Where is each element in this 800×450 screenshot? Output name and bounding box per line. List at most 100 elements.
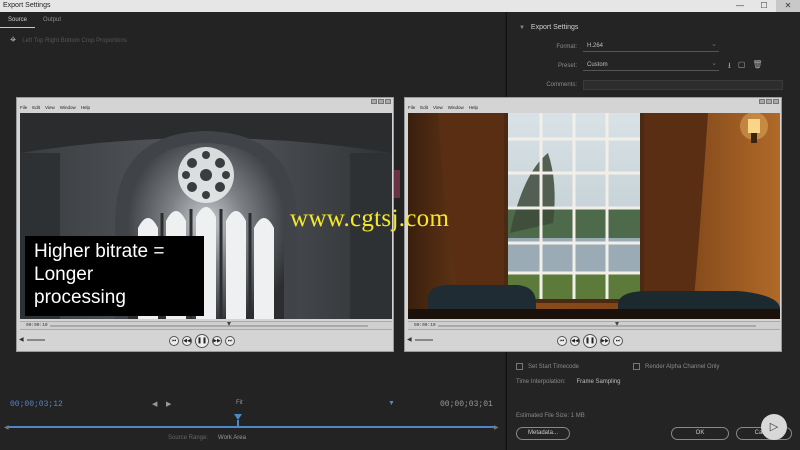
skip-forward-button[interactable]: ⏭ bbox=[613, 336, 623, 346]
player-menubar: File Edit View Window Help bbox=[405, 104, 781, 111]
fast-forward-button[interactable]: ▶▶ bbox=[600, 336, 610, 346]
player-minimize-icon[interactable] bbox=[759, 99, 765, 104]
tab-output[interactable]: Output bbox=[35, 16, 69, 28]
comments-input[interactable] bbox=[583, 80, 783, 90]
player-maximize-icon[interactable] bbox=[766, 99, 772, 104]
transport-controls: ◀ ⏮ ◀◀ ❚❚ ▶▶ ⏭ bbox=[405, 334, 781, 349]
preset-dropdown[interactable]: Custom bbox=[583, 59, 719, 71]
fast-forward-button[interactable]: ▶▶ bbox=[212, 336, 222, 346]
marker-icon[interactable]: ▼ bbox=[388, 400, 395, 407]
start-timecode-label: Set Start Timecode bbox=[528, 363, 580, 370]
export-settings-title: Export Settings bbox=[530, 24, 579, 31]
render-alpha-label: Render Alpha Channel Only bbox=[645, 363, 720, 370]
pause-button[interactable]: ❚❚ bbox=[195, 334, 209, 348]
volume-icon[interactable]: ◀ bbox=[19, 336, 24, 343]
estimated-file-size: Estimated File Size: 1 MB bbox=[516, 413, 585, 419]
ok-button[interactable]: OK bbox=[671, 427, 729, 440]
comments-row: Comments: bbox=[531, 80, 783, 90]
player-minimize-icon[interactable] bbox=[371, 99, 377, 104]
start-timecode-option[interactable]: Set Start Timecode bbox=[516, 363, 579, 370]
format-row: Format: H.264 bbox=[531, 40, 719, 52]
chevron-down-icon: ▼ bbox=[519, 25, 525, 31]
format-dropdown[interactable]: H.264 bbox=[583, 40, 719, 52]
volume-slider[interactable] bbox=[27, 339, 45, 341]
window-controls: — ☐ ✕ bbox=[728, 0, 800, 12]
tab-source[interactable]: Source bbox=[0, 16, 36, 28]
player-menubar: File Edit View Window Help bbox=[17, 104, 393, 111]
seek-rail[interactable] bbox=[438, 325, 756, 327]
in-point-handle[interactable]: ◀ bbox=[4, 424, 9, 431]
start-timecode-checkbox[interactable] bbox=[516, 363, 523, 370]
volume-slider[interactable] bbox=[415, 339, 433, 341]
seek-bar[interactable]: 00:00:10 bbox=[408, 321, 780, 330]
source-range-row: Source Range: Work Area bbox=[168, 435, 246, 441]
save-preset-icon[interactable]: ⭳ bbox=[728, 60, 731, 74]
menu-view[interactable]: View bbox=[45, 104, 55, 111]
play-icon[interactable]: ▷ bbox=[761, 414, 787, 440]
source-tabs: Source Output bbox=[0, 16, 69, 28]
transport-buttons: ⏮ ◀◀ ❚❚ ▶▶ ⏭ bbox=[169, 334, 235, 348]
menu-file[interactable]: File bbox=[20, 104, 27, 111]
menu-view[interactable]: View bbox=[433, 104, 443, 111]
rewind-button[interactable]: ◀◀ bbox=[182, 336, 192, 346]
crop-toolbar: ⌖ Left Top Right Bottom Crop Proportions bbox=[10, 34, 127, 47]
preset-actions: ⭳ ▢ 🗑 bbox=[728, 60, 763, 74]
time-interpolation-row: Time Interpolation: Frame Sampling bbox=[516, 379, 620, 385]
crop-icon[interactable]: ⌖ bbox=[10, 34, 16, 47]
source-range-dropdown[interactable]: Work Area bbox=[218, 435, 246, 441]
skip-forward-button[interactable]: ⏭ bbox=[225, 336, 235, 346]
playhead[interactable] bbox=[234, 414, 242, 426]
maximize-button[interactable]: ☐ bbox=[752, 0, 776, 12]
preset-label: Preset: bbox=[557, 63, 577, 69]
minimize-button[interactable]: — bbox=[728, 0, 752, 12]
seek-knob[interactable] bbox=[227, 322, 231, 326]
window-title: Export Settings bbox=[3, 2, 51, 9]
zoom-fit-dropdown[interactable]: Fit bbox=[236, 400, 243, 406]
source-range-label: Source Range: bbox=[168, 435, 209, 441]
menu-window[interactable]: Window bbox=[60, 104, 76, 111]
transport-controls: ◀ ⏮ ◀◀ ❚❚ ▶▶ ⏭ bbox=[17, 334, 393, 349]
import-preset-icon[interactable]: ▢ bbox=[738, 60, 746, 74]
menu-edit[interactable]: Edit bbox=[420, 104, 428, 111]
timeline-track[interactable] bbox=[8, 426, 496, 428]
seek-rail[interactable] bbox=[50, 325, 368, 327]
menu-file[interactable]: File bbox=[408, 104, 415, 111]
seek-bar[interactable]: 00:00:10 bbox=[20, 321, 392, 330]
background-swatch bbox=[394, 170, 400, 198]
render-alpha-checkbox[interactable] bbox=[633, 363, 640, 370]
caption-line-1: Higher bitrate = bbox=[34, 241, 165, 262]
rewind-button[interactable]: ◀◀ bbox=[570, 336, 580, 346]
time-interpolation-dropdown[interactable]: Frame Sampling bbox=[576, 379, 620, 385]
out-point-handle[interactable]: ▶ bbox=[494, 424, 499, 431]
caption-line-3: processing bbox=[34, 287, 126, 308]
set-out-icon[interactable]: ▶ bbox=[166, 400, 171, 408]
format-label: Format: bbox=[556, 44, 577, 50]
seek-knob[interactable] bbox=[615, 322, 619, 326]
preset-row: Preset: Custom bbox=[531, 59, 719, 71]
skip-back-button[interactable]: ⏮ bbox=[557, 336, 567, 346]
close-button[interactable]: ✕ bbox=[776, 0, 800, 12]
crop-fields-label: Left Top Right Bottom Crop Proportions bbox=[22, 37, 127, 44]
menu-window[interactable]: Window bbox=[448, 104, 464, 111]
time-interpolation-label: Time Interpolation: bbox=[516, 379, 566, 385]
playback-time: 00:00:10 bbox=[414, 323, 436, 328]
player-maximize-icon[interactable] bbox=[378, 99, 384, 104]
menu-help[interactable]: Help bbox=[469, 104, 478, 111]
current-timecode[interactable]: 00;00;03;12 bbox=[10, 400, 63, 409]
caption-line-2: Longer bbox=[34, 264, 94, 285]
metadata-button[interactable]: Metadata... bbox=[516, 427, 570, 440]
volume-icon[interactable]: ◀ bbox=[407, 336, 412, 343]
watermark: www.cgtsj.com bbox=[290, 205, 450, 232]
delete-preset-icon[interactable]: 🗑 bbox=[752, 60, 762, 74]
player-close-icon[interactable] bbox=[385, 99, 391, 104]
skip-back-button[interactable]: ⏮ bbox=[169, 336, 179, 346]
player-close-icon[interactable] bbox=[773, 99, 779, 104]
comments-label: Comments: bbox=[546, 82, 577, 88]
playback-time: 00:00:10 bbox=[26, 323, 48, 328]
set-in-icon[interactable]: ◀ bbox=[152, 400, 157, 408]
menu-help[interactable]: Help bbox=[81, 104, 90, 111]
pause-button[interactable]: ❚❚ bbox=[583, 334, 597, 348]
render-alpha-option[interactable]: Render Alpha Channel Only bbox=[633, 363, 719, 370]
export-settings-heading[interactable]: ▼ Export Settings bbox=[519, 24, 578, 31]
menu-edit[interactable]: Edit bbox=[32, 104, 40, 111]
